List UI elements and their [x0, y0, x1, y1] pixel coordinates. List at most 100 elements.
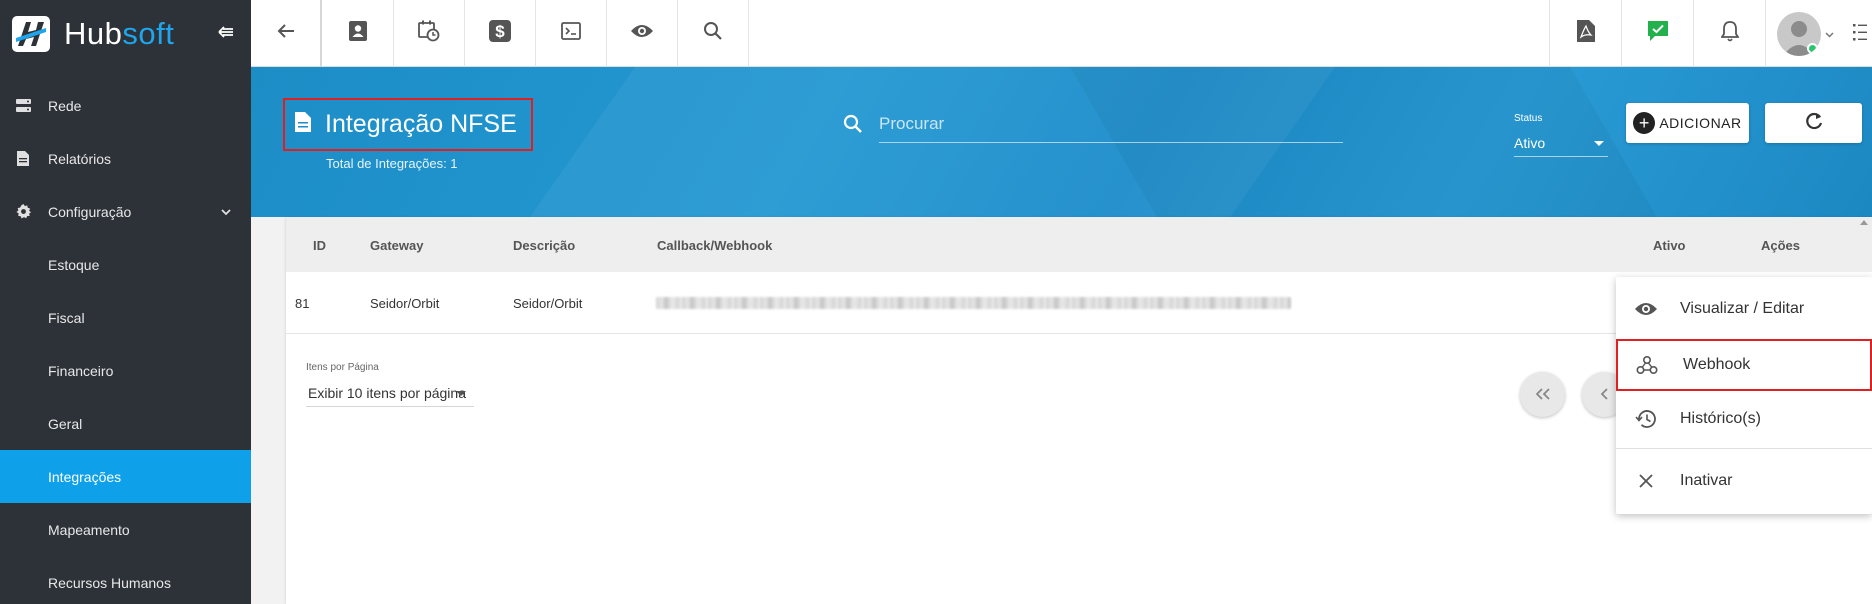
terminal-button[interactable]	[536, 0, 607, 67]
back-arrow-icon	[277, 23, 295, 44]
double-chevron-left-icon	[1535, 383, 1551, 406]
chevron-down-icon	[1825, 25, 1834, 43]
contacts-button[interactable]	[323, 0, 394, 67]
sidebar-item-financeiro[interactable]: Financeiro	[0, 344, 251, 397]
row-actions-menu: Visualizar / Editar Webhook Histórico(s)…	[1616, 277, 1872, 514]
page-title: Integração NFSE	[325, 110, 517, 138]
server-icon	[14, 99, 32, 112]
eye-icon	[1634, 301, 1658, 317]
document-icon	[14, 151, 32, 166]
document-icon	[295, 112, 311, 137]
sidebar-item-label: Configuração	[48, 203, 132, 220]
items-per-page-select[interactable]: Exibir 10 itens por página	[306, 377, 474, 407]
bell-icon	[1719, 20, 1740, 47]
hubsoft-logo-icon	[12, 15, 50, 52]
status-filter-value: Ativo	[1514, 135, 1546, 151]
view-button[interactable]	[607, 0, 678, 67]
gear-icon	[14, 204, 32, 219]
refresh-icon	[1804, 111, 1824, 136]
back-button[interactable]	[251, 0, 322, 67]
menu-item-label: Visualizar / Editar	[1680, 300, 1805, 317]
top-toolbar: $	[251, 0, 1872, 67]
cell-gateway: Seidor/Orbit	[370, 296, 440, 311]
menu-item-label: Histórico(s)	[1680, 410, 1761, 427]
sidebar-item-configuracao[interactable]: Configuração	[0, 185, 251, 238]
sidebar-nav: Rede Relatórios Configuração Estoque Fis…	[0, 79, 251, 604]
integration-count: Total de Integrações: 1	[326, 156, 458, 171]
column-header-descricao[interactable]: Descrição	[513, 238, 575, 253]
chat-check-icon	[1646, 20, 1670, 47]
svg-text:$: $	[495, 22, 505, 41]
items-per-page-value: Exibir 10 itens por página	[308, 385, 466, 401]
refresh-button[interactable]	[1765, 103, 1862, 143]
search-icon	[843, 114, 863, 139]
terminal-icon	[561, 22, 581, 45]
sidebar: Hubsoft Rede Relatórios Configuração Est…	[0, 0, 251, 604]
finance-button[interactable]: $	[465, 0, 536, 67]
pdf-icon	[1576, 20, 1595, 47]
menu-divider	[1616, 448, 1872, 449]
first-page-button[interactable]	[1520, 372, 1565, 417]
sidebar-item-integracoes[interactable]: Integrações	[0, 450, 251, 503]
chevron-left-icon	[1600, 383, 1610, 406]
plus-circle-icon: +	[1633, 112, 1656, 134]
menu-item-visualizar-editar[interactable]: Visualizar / Editar	[1616, 283, 1872, 335]
caret-down-icon	[1594, 141, 1604, 146]
scroll-up-arrow-icon[interactable]	[1860, 220, 1868, 225]
table-header: ID Gateway Descrição Callback/Webhook At…	[286, 217, 1872, 272]
cell-id: 81	[295, 296, 310, 311]
sidebar-item-label: Geral	[48, 415, 83, 432]
sidebar-item-relatorios[interactable]: Relatórios	[0, 132, 251, 185]
page-header: Integração NFSE Total de Integrações: 1 …	[251, 67, 1872, 217]
eye-icon	[630, 23, 654, 44]
status-filter-label: Status	[1514, 113, 1543, 124]
logo-bar: Hubsoft	[0, 0, 251, 67]
notifications-button[interactable]	[1693, 0, 1765, 67]
sidebar-item-rede[interactable]: Rede	[0, 79, 251, 132]
column-header-id[interactable]: ID	[313, 238, 326, 253]
sidebar-item-label: Financeiro	[48, 362, 114, 379]
items-per-page-label: Itens por Página	[306, 362, 379, 373]
collapse-sidebar-icon[interactable]	[218, 22, 234, 45]
pdf-button[interactable]	[1549, 0, 1621, 67]
column-header-callback[interactable]: Callback/Webhook	[657, 238, 772, 253]
menu-item-historico[interactable]: Histórico(s)	[1616, 393, 1872, 445]
close-icon	[1634, 473, 1658, 489]
chat-button[interactable]	[1621, 0, 1693, 67]
schedule-button[interactable]	[394, 0, 465, 67]
cell-callback-redacted	[656, 297, 1291, 309]
sidebar-item-recursos-humanos[interactable]: Recursos Humanos	[0, 556, 251, 604]
global-search-button[interactable]	[678, 0, 749, 67]
status-filter-select[interactable]: Ativo	[1514, 129, 1608, 157]
sidebar-item-label: Mapeamento	[48, 521, 130, 538]
contact-card-icon	[349, 21, 367, 46]
sidebar-item-geral[interactable]: Geral	[0, 397, 251, 450]
add-button[interactable]: + ADICIONAR	[1626, 103, 1749, 143]
search-box	[843, 105, 1343, 145]
column-header-acoes[interactable]: Ações	[1761, 238, 1800, 253]
sidebar-item-label: Relatórios	[48, 150, 112, 167]
calendar-clock-icon	[418, 20, 440, 47]
menu-item-label: Webhook	[1683, 356, 1751, 373]
add-button-label: ADICIONAR	[1659, 115, 1742, 131]
menu-item-webhook[interactable]: Webhook	[1616, 339, 1872, 391]
user-avatar[interactable]	[1777, 11, 1821, 56]
search-input[interactable]	[879, 105, 1343, 143]
online-status-dot	[1807, 42, 1818, 54]
cell-descricao: Seidor/Orbit	[513, 296, 583, 311]
caret-down-icon	[456, 391, 466, 396]
user-menu[interactable]	[1765, 0, 1845, 67]
search-icon	[703, 21, 723, 46]
sidebar-item-estoque[interactable]: Estoque	[0, 238, 251, 291]
column-header-ativo[interactable]: Ativo	[1653, 238, 1686, 253]
sidebar-item-fiscal[interactable]: Fiscal	[0, 291, 251, 344]
sidebar-item-label: Rede	[48, 97, 82, 114]
brand-name: Hubsoft	[64, 15, 175, 51]
menu-item-inativar[interactable]: Inativar	[1616, 455, 1872, 507]
history-icon	[1634, 409, 1658, 429]
sidebar-item-label: Integrações	[48, 468, 122, 485]
sidebar-item-mapeamento[interactable]: Mapeamento	[0, 503, 251, 556]
dollar-icon: $	[489, 20, 511, 47]
column-header-gateway[interactable]: Gateway	[370, 238, 423, 253]
list-menu-icon[interactable]	[1853, 22, 1867, 47]
